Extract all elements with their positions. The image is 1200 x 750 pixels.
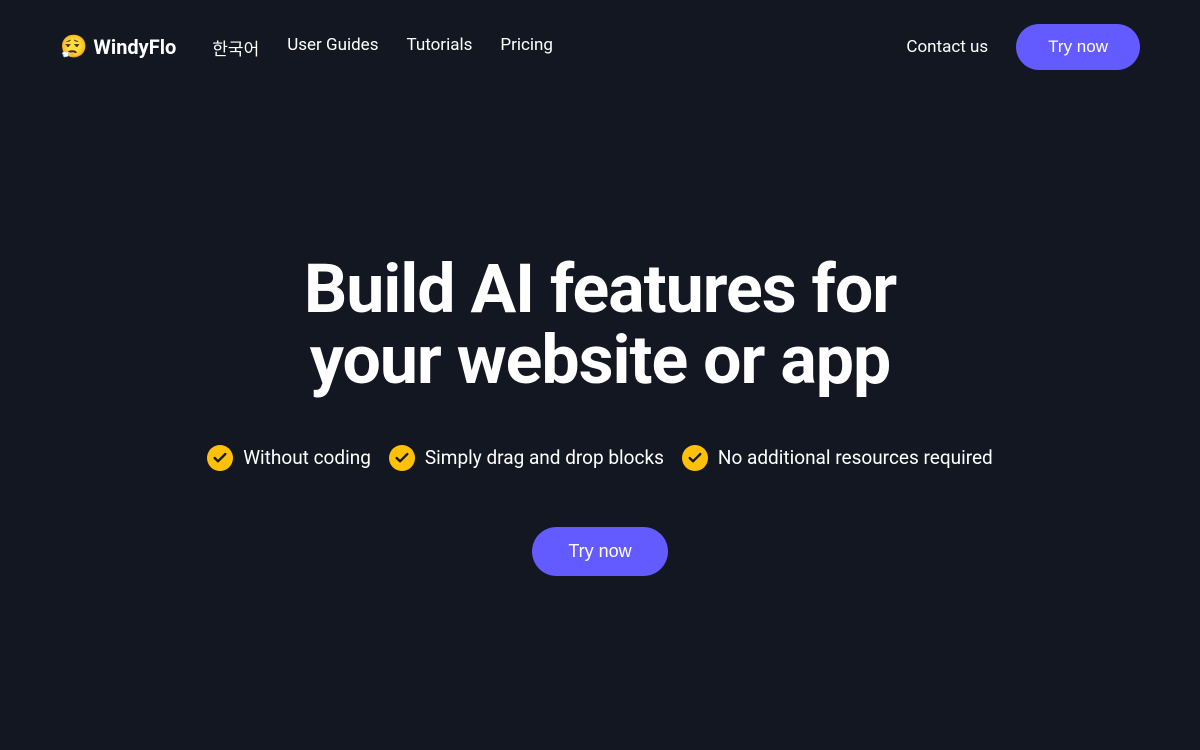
nav-link-pricing[interactable]: Pricing (500, 35, 553, 60)
logo-text: WindyFlo (93, 35, 176, 59)
logo-icon: 😮‍💨 (60, 35, 87, 60)
feature-item-3: No additional resources required (682, 445, 993, 471)
feature-item-1: Without coding (207, 445, 371, 471)
feature-item-2: Simply drag and drop blocks (389, 445, 664, 471)
nav-link-user-guides[interactable]: User Guides (287, 35, 378, 60)
check-icon (207, 445, 233, 471)
try-now-button-hero[interactable]: Try now (532, 527, 667, 576)
feature-text: Simply drag and drop blocks (425, 446, 664, 469)
try-now-button-nav[interactable]: Try now (1016, 24, 1140, 70)
hero-title-line2: your website or app (310, 320, 891, 400)
nav-links: 한국어 User Guides Tutorials Pricing (212, 35, 553, 60)
navbar: 😮‍💨 WindyFlo 한국어 User Guides Tutorials P… (0, 0, 1200, 94)
check-icon (682, 445, 708, 471)
hero-title: Build AI features for your website or ap… (304, 254, 896, 397)
nav-link-korean[interactable]: 한국어 (212, 35, 259, 60)
nav-left: 😮‍💨 WindyFlo 한국어 User Guides Tutorials P… (60, 35, 553, 60)
features-list: Without coding Simply drag and drop bloc… (207, 445, 993, 471)
contact-link[interactable]: Contact us (906, 37, 988, 57)
nav-right: Contact us Try now (906, 24, 1140, 70)
hero-title-line1: Build AI features for (304, 249, 896, 329)
feature-text: No additional resources required (718, 446, 993, 469)
check-icon (389, 445, 415, 471)
feature-text: Without coding (243, 446, 371, 469)
logo[interactable]: 😮‍💨 WindyFlo (60, 35, 176, 60)
nav-link-tutorials[interactable]: Tutorials (406, 35, 472, 60)
hero-section: Build AI features for your website or ap… (0, 254, 1200, 576)
